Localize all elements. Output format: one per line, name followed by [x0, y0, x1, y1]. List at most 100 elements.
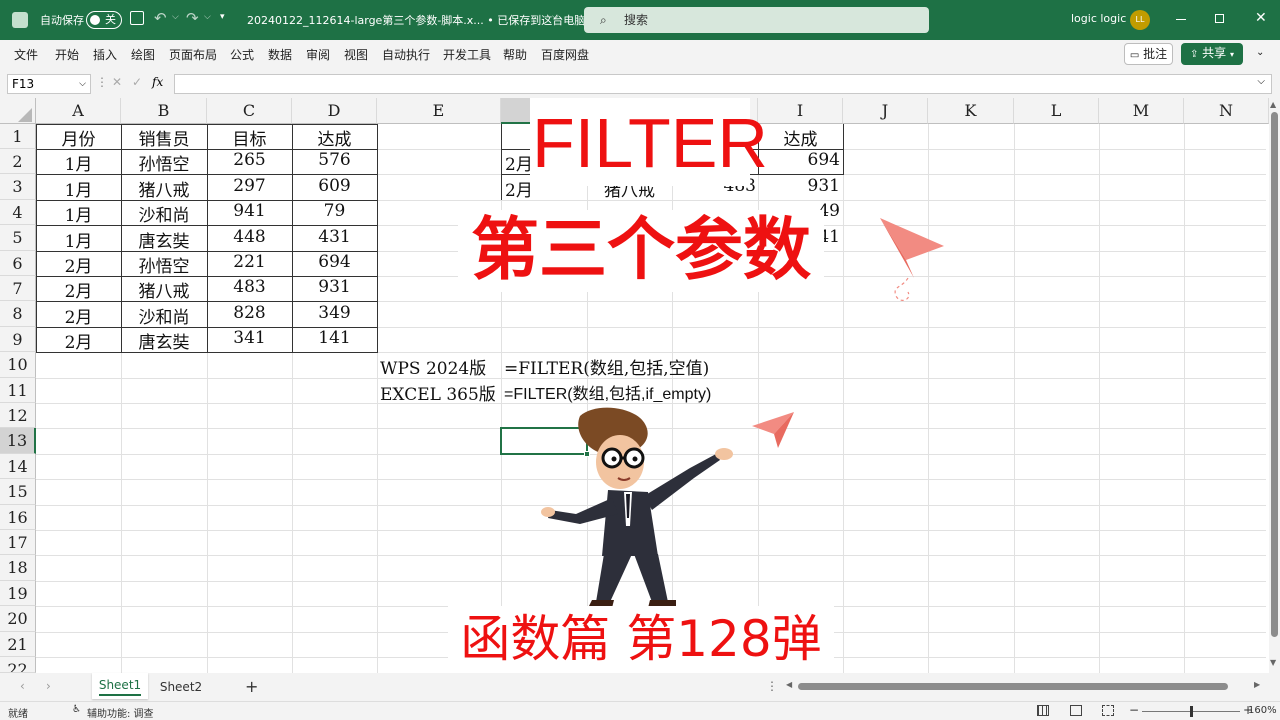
row-header-20[interactable]: 20 [0, 606, 36, 632]
normal-view-icon[interactable] [1037, 705, 1049, 716]
col-header-e[interactable]: E [377, 98, 501, 124]
cell-i1[interactable]: 达成 [758, 125, 843, 150]
cell-c2[interactable]: 265 [207, 150, 292, 170]
row-header-22[interactable]: 22 [0, 657, 36, 673]
tab-draw[interactable]: 绘图 [131, 46, 155, 63]
tab-developer[interactable]: 开发工具 [443, 46, 491, 63]
col-header-k[interactable]: K [928, 98, 1014, 124]
enter-icon[interactable]: ✓ [132, 75, 142, 89]
zoom-out-icon[interactable]: − [1129, 703, 1139, 717]
formula-input[interactable]: ⌵ [174, 74, 1272, 94]
name-box[interactable]: F13 ⌵ [7, 74, 91, 94]
redo-icon[interactable]: ↷ [186, 9, 199, 27]
tab-insert[interactable]: 插入 [93, 46, 117, 63]
col-header-m[interactable]: M [1099, 98, 1184, 124]
cell-a8[interactable]: 2月 [36, 303, 121, 328]
scroll-right-icon[interactable]: ▶ [1254, 680, 1260, 689]
row-header-16[interactable]: 16 [0, 505, 36, 530]
scroll-down-icon[interactable]: ▼ [1270, 658, 1276, 667]
file-title[interactable]: 20240122_112614-large第三个参数-脚本.x... • 已保存… [247, 12, 585, 28]
share-button[interactable]: ⇪ 共享 ▾ [1181, 43, 1243, 65]
prev-sheet-icon[interactable]: ‹ [20, 679, 25, 693]
row-header-21[interactable]: 21 [0, 632, 36, 657]
close-icon[interactable]: ✕ [1255, 10, 1267, 26]
cell-d7[interactable]: 931 [292, 277, 377, 297]
cell-d8[interactable]: 349 [292, 303, 377, 323]
col-header-d[interactable]: D [292, 98, 377, 124]
cell-f11[interactable]: =FILTER(数组,包括,if_empty) [504, 380, 711, 404]
row-header-19[interactable]: 19 [0, 581, 36, 606]
row-header-9[interactable]: 9 [0, 327, 36, 352]
row-header-3[interactable]: 3 [0, 174, 36, 200]
minimize-icon[interactable] [1176, 19, 1186, 20]
row-header-2[interactable]: 2 [0, 149, 36, 174]
cell-d1[interactable]: 达成 [292, 125, 377, 150]
tab-automate[interactable]: 自动执行 [382, 46, 430, 63]
tab-data[interactable]: 数据 [268, 46, 292, 63]
cell-b1[interactable]: 销售员 [121, 125, 207, 150]
horizontal-scrollbar[interactable]: ◀ ▶ [786, 680, 1266, 693]
cell-b2[interactable]: 孙悟空 [121, 150, 207, 175]
formula-expand-icon[interactable]: ⌵ [1257, 76, 1265, 87]
row-header-8[interactable]: 8 [0, 301, 36, 327]
tab-help[interactable]: 帮助 [503, 46, 527, 63]
cell-d5[interactable]: 431 [292, 227, 377, 247]
row-header-7[interactable]: 7 [0, 276, 36, 301]
cancel-icon[interactable]: ✕ [112, 75, 122, 89]
cell-c7[interactable]: 483 [207, 277, 292, 297]
user-name[interactable]: logic logic [1071, 12, 1126, 25]
row-header-1[interactable]: 1 [0, 124, 36, 149]
cell-d2[interactable]: 576 [292, 150, 377, 170]
tab-baidu[interactable]: 百度网盘 [541, 46, 589, 63]
row-header-14[interactable]: 14 [0, 454, 36, 479]
undo-dropdown-icon[interactable]: ⌵ [172, 12, 179, 22]
ribbon-expand-icon[interactable]: ⌄ [1256, 47, 1264, 58]
cell-b3[interactable]: 猪八戒 [121, 176, 207, 201]
avatar[interactable]: LL [1130, 10, 1150, 30]
cell-f10[interactable]: =FILTER(数组,包括,空值) [504, 354, 709, 379]
autosave-toggle[interactable]: 关 [86, 11, 122, 29]
sheet-tab-sheet2[interactable]: Sheet2 [152, 673, 210, 699]
redo-dropdown-icon[interactable]: ⌵ [204, 12, 211, 22]
cell-a4[interactable]: 1月 [36, 201, 121, 226]
tab-view[interactable]: 视图 [344, 46, 368, 63]
tab-page-layout[interactable]: 页面布局 [169, 46, 217, 63]
title-chevron-down-icon[interactable]: ⌵ [552, 12, 559, 22]
accessibility-status[interactable]: 辅助功能: 调查 [87, 705, 154, 720]
zoom-level[interactable]: 160% [1248, 705, 1277, 716]
zoom-slider[interactable] [1142, 706, 1240, 717]
cell-d3[interactable]: 609 [292, 176, 377, 196]
customize-toolbar-icon[interactable]: ▾ [220, 12, 225, 22]
cell-a7[interactable]: 2月 [36, 277, 121, 302]
scroll-up-icon[interactable]: ▲ [1270, 100, 1276, 109]
row-header-4[interactable]: 4 [0, 200, 36, 225]
cell-c5[interactable]: 448 [207, 227, 292, 247]
cell-d4[interactable]: 79 [292, 201, 377, 221]
row-header-15[interactable]: 15 [0, 479, 36, 505]
sheet-tab-sheet1[interactable]: Sheet1 [92, 673, 148, 699]
tab-formulas[interactable]: 公式 [230, 46, 254, 63]
row-header-13[interactable]: 13 [0, 428, 36, 454]
row-header-6[interactable]: 6 [0, 251, 36, 276]
cell-c8[interactable]: 828 [207, 303, 292, 323]
cell-c6[interactable]: 221 [207, 252, 292, 272]
cell-e11[interactable]: EXCEL 365版 [380, 380, 496, 405]
cell-b9[interactable]: 唐玄奘 [121, 328, 207, 353]
cell-i3[interactable]: 931 [758, 176, 842, 196]
row-header-10[interactable]: 10 [0, 352, 36, 378]
tab-file[interactable]: 文件 [14, 46, 38, 63]
tab-review[interactable]: 审阅 [306, 46, 330, 63]
page-break-view-icon[interactable] [1102, 705, 1114, 716]
cell-a2[interactable]: 1月 [36, 150, 121, 175]
undo-icon[interactable]: ↶ [154, 9, 167, 27]
add-sheet-icon[interactable]: + [245, 677, 258, 696]
cell-a1[interactable]: 月份 [36, 125, 121, 150]
comments-button[interactable]: ▭ 批注 [1124, 43, 1173, 65]
col-header-j[interactable]: J [843, 98, 928, 124]
cell-b4[interactable]: 沙和尚 [121, 201, 207, 226]
col-header-a[interactable]: A [36, 98, 121, 124]
cell-a9[interactable]: 2月 [36, 328, 121, 353]
cell-b8[interactable]: 沙和尚 [121, 303, 207, 328]
col-header-l[interactable]: L [1014, 98, 1099, 124]
cell-d9[interactable]: 141 [292, 328, 377, 348]
